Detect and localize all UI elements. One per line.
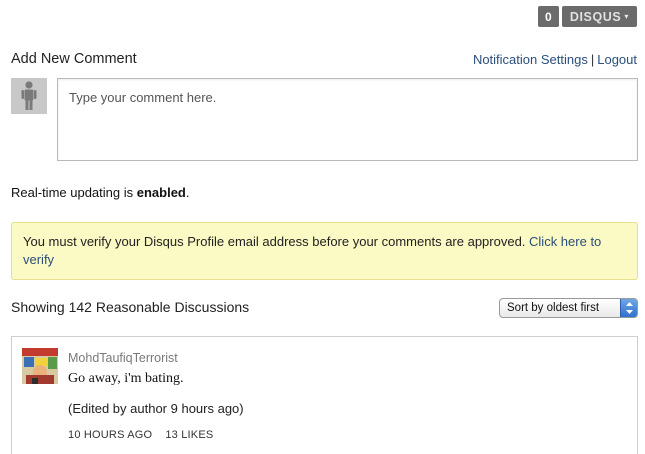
comment-likes[interactable]: 13 LIKES (165, 429, 213, 441)
realtime-suffix: . (185, 185, 190, 200)
comment-count-badge[interactable]: 0 (537, 6, 559, 27)
add-comment-header: Add New Comment Notification Settings | Lo… (11, 51, 637, 67)
notification-settings-link[interactable]: Notification Settings (473, 52, 588, 67)
comment-input[interactable] (57, 78, 638, 161)
comment-message: Go away, i'm bating. (68, 371, 184, 386)
comment-timestamp-link[interactable]: 10 HOURS AGO (68, 429, 152, 441)
link-separator: | (590, 51, 595, 67)
realtime-state: enabled (136, 185, 186, 200)
realtime-prefix: Real-time updating is (11, 185, 137, 200)
disqus-menu-button[interactable]: DISQUS ▾ (561, 6, 637, 27)
notice-text: You must verify your Disqus Profile emai… (23, 234, 530, 249)
caret-down-icon: ▾ (624, 12, 629, 21)
sort-select[interactable]: Sort by oldest first (499, 298, 638, 318)
discussion-count: Showing 142 Reasonable Discussions (11, 299, 250, 315)
comment-item: MohdTaufiqTerrorist Go away, i'm bating.… (11, 336, 638, 454)
default-avatar-icon (11, 78, 47, 114)
add-comment-title: Add New Comment (11, 51, 137, 67)
verify-email-notice: You must verify your Disqus Profile emai… (11, 222, 638, 280)
comment-meta: 10 HOURS AGO 13 LIKES (68, 429, 213, 441)
comment-author-link[interactable]: MohdTaufiqTerrorist (68, 351, 178, 365)
logout-link[interactable]: Logout (597, 52, 637, 67)
select-arrows-icon (620, 299, 637, 317)
disqus-topbar: 0 DISQUS ▾ (537, 6, 637, 27)
sort-selected-value: Sort by oldest first (507, 302, 600, 314)
commenter-avatar[interactable] (22, 348, 58, 384)
realtime-status: Real-time updating is enabled. (11, 185, 189, 200)
disqus-logo-text: DISQUS (569, 9, 622, 24)
comment-edited-note: (Edited by author 9 hours ago) (68, 401, 244, 416)
account-links: Notification Settings | Logout (473, 52, 637, 67)
